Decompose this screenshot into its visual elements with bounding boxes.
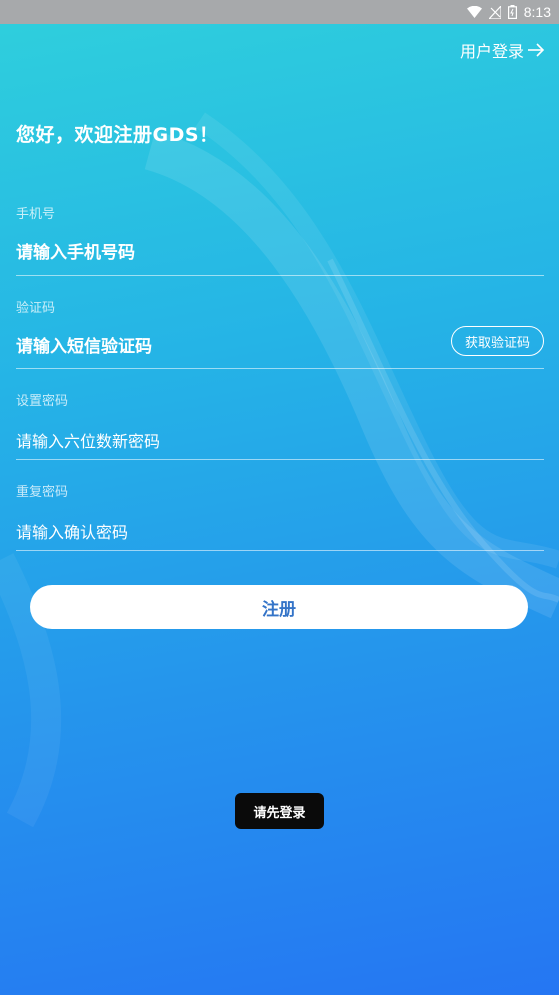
code-divider [16,368,544,369]
code-label: 验证码 [16,301,56,316]
toast-message: 请先登录 [235,793,324,829]
phone-input[interactable]: 请输入手机号码 [16,238,135,263]
user-login-link[interactable]: 用户登录 [460,38,545,62]
confirm-password-label: 重复密码 [16,485,69,500]
background-decoration [0,112,559,828]
confirm-password-input[interactable]: 请输入确认密码 [16,519,128,543]
welcome-title: 您好，欢迎注册GDS！ [16,124,219,146]
register-button[interactable]: 注册 [30,585,528,629]
phone-label: 手机号 [16,207,56,222]
code-input[interactable]: 请输入短信验证码 [16,332,152,357]
confirm-password-divider [16,550,544,551]
password-label: 设置密码 [16,394,69,409]
battery-icon [507,5,517,19]
user-login-label: 用户登录 [459,42,524,61]
password-input[interactable]: 请输入六位数新密码 [16,428,160,452]
arrow-right-icon [527,43,545,57]
register-screen: 8:13 用户登录 您好，欢迎注册GDS！ 手机号 请输入手机号码 验证码 请输… [0,0,559,995]
status-time: 8:13 [523,4,551,20]
status-bar: 8:13 [0,0,559,24]
wifi-icon [466,6,482,18]
get-code-button[interactable]: 获取验证码 [451,326,544,356]
phone-divider [16,275,544,276]
no-signal-icon [488,5,501,19]
password-divider [16,459,544,460]
